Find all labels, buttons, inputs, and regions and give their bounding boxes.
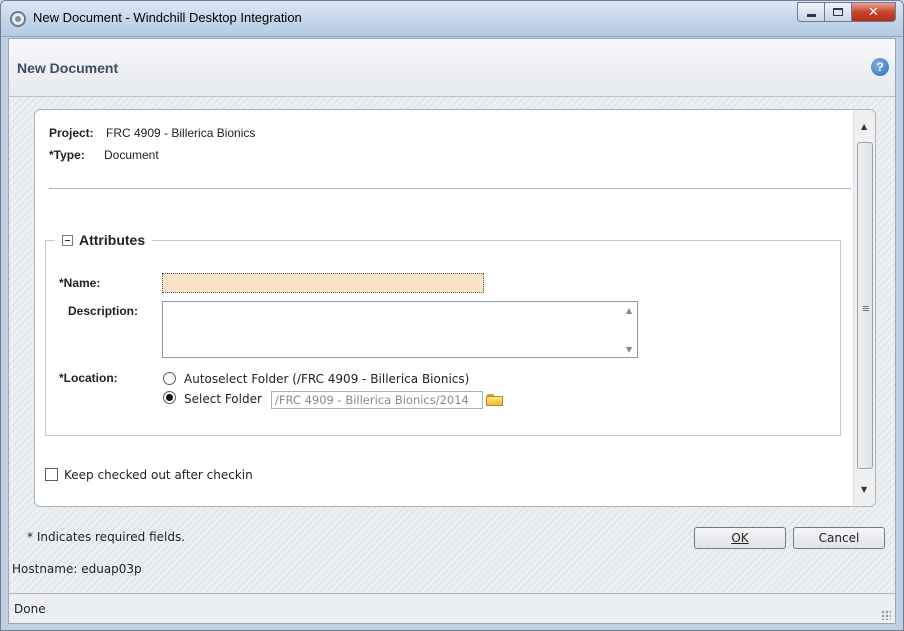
project-label: Project: (49, 126, 94, 140)
attributes-legend: Attributes (55, 231, 153, 249)
scroll-up-icon[interactable]: ▲ (861, 122, 867, 131)
select-folder-label[interactable]: Select Folder (184, 392, 262, 406)
autoselect-folder-radio[interactable] (163, 372, 176, 385)
close-button[interactable]: ✕ (851, 2, 896, 22)
select-folder-radio[interactable] (163, 391, 176, 404)
required-fields-note: * Indicates required fields. (27, 530, 186, 544)
form-content: Project: FRC 4909 - Billerica Bionics *T… (35, 110, 853, 506)
hostname-text: Hostname: eduap03p (12, 562, 142, 576)
name-label: *Name: (59, 276, 101, 290)
form-panel: Project: FRC 4909 - Billerica Bionics *T… (34, 109, 876, 507)
keep-checked-out-label[interactable]: Keep checked out after checkin (64, 468, 253, 482)
panel-scrollbar[interactable]: ▲ ▼ (853, 110, 875, 506)
description-scrollbar[interactable]: ▲ ▼ (622, 302, 637, 357)
scroll-down-icon[interactable]: ▼ (626, 345, 632, 354)
cancel-button[interactable]: Cancel (793, 527, 885, 549)
dialog-header: New Document ? (9, 39, 895, 97)
project-value: FRC 4909 - Billerica Bionics (106, 126, 256, 140)
status-text: Done (14, 602, 46, 616)
window-title: New Document - Windchill Desktop Integra… (33, 10, 302, 25)
autoselect-folder-label[interactable]: Autoselect Folder (/FRC 4909 - Billerica… (184, 372, 469, 386)
grip-icon (863, 306, 869, 311)
status-bar: Done (9, 593, 895, 623)
folder-path-field[interactable]: /FRC 4909 - Billerica Bionics/2014 (271, 391, 483, 409)
attributes-section: Attributes *Name: Description: ▲ ▼ *Loca… (45, 231, 841, 436)
minimize-button[interactable] (797, 2, 824, 22)
minimize-icon (806, 13, 816, 17)
cancel-button-label: Cancel (818, 531, 860, 545)
scroll-up-icon[interactable]: ▲ (626, 306, 632, 315)
type-row: *Type: Document (49, 148, 159, 162)
ok-button-label: OK (731, 531, 749, 545)
ok-button[interactable]: OK (694, 527, 786, 549)
dialog-body: New Document ? Project: FRC 4909 - Bille… (8, 38, 896, 624)
title-bar[interactable]: New Document - Windchill Desktop Integra… (1, 1, 903, 37)
name-input[interactable] (162, 273, 484, 293)
type-label: *Type: (49, 148, 85, 162)
dialog-title: New Document (17, 60, 119, 76)
windchill-app-icon[interactable] (10, 11, 26, 27)
maximize-button[interactable] (824, 2, 851, 22)
maximize-icon (833, 8, 843, 16)
close-icon: ✕ (868, 4, 879, 20)
keep-checked-out-checkbox[interactable] (45, 468, 58, 481)
help-icon[interactable]: ? (871, 58, 889, 76)
location-label: *Location: (59, 371, 118, 385)
scroll-thumb[interactable] (857, 142, 873, 469)
scroll-down-icon[interactable]: ▼ (861, 485, 867, 494)
resize-grip-icon[interactable] (881, 610, 891, 620)
description-label: Description: (68, 304, 139, 318)
window-controls: ✕ (797, 2, 896, 22)
type-value: Document (104, 148, 159, 162)
window: New Document - Windchill Desktop Integra… (0, 0, 904, 631)
project-row: Project: FRC 4909 - Billerica Bionics (49, 126, 255, 140)
attributes-title: Attributes (79, 232, 146, 248)
folder-icon-body (486, 396, 503, 406)
description-textarea[interactable] (162, 301, 638, 358)
collapse-icon[interactable] (62, 234, 73, 246)
folder-icon[interactable] (486, 394, 504, 406)
divider (49, 188, 851, 189)
